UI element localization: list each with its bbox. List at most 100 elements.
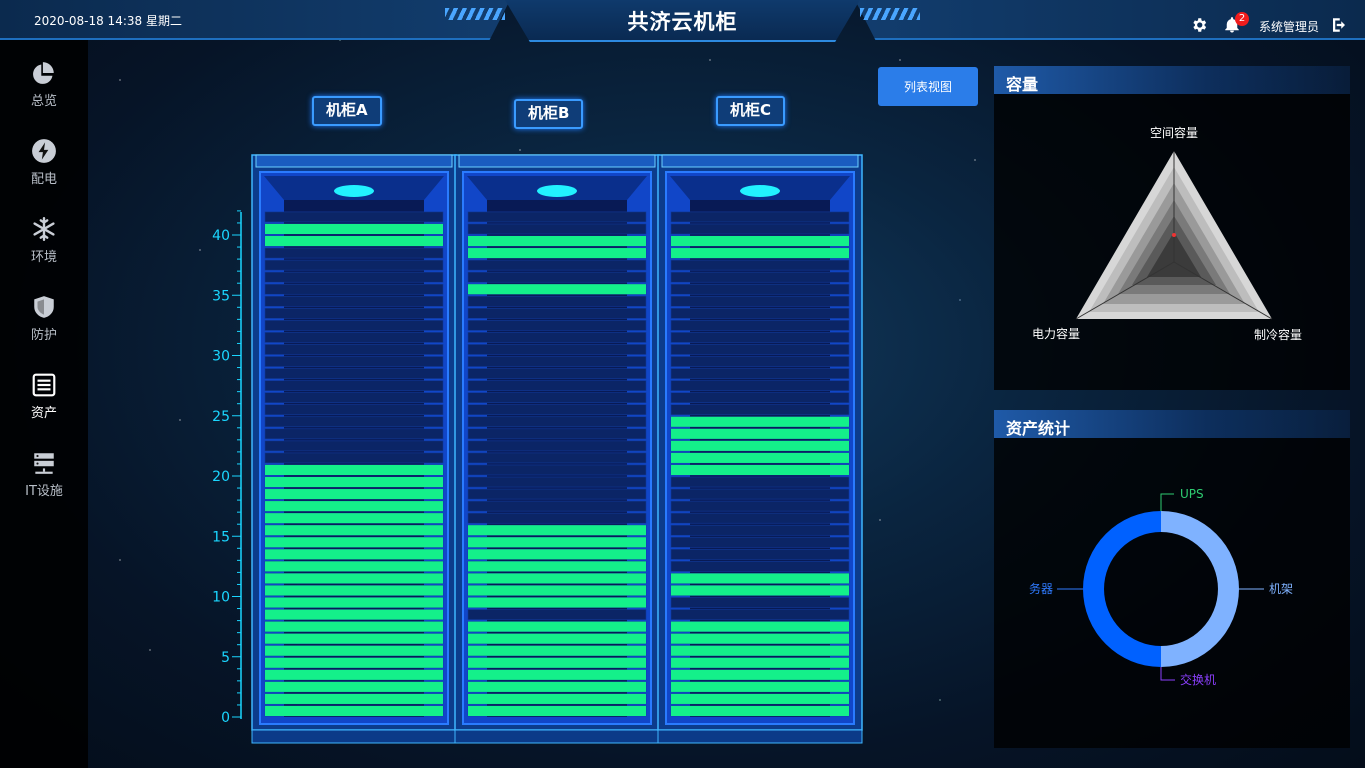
- rack-unit-empty: [670, 548, 850, 560]
- asset-donut-chart: UPS 机架 交换机 务器: [1029, 487, 1293, 687]
- rack-unit-occupied: [265, 464, 443, 475]
- rack-unit-empty: [670, 356, 850, 367]
- rack-unit-occupied: [671, 681, 849, 692]
- rack-unit-occupied: [468, 621, 646, 632]
- rack-unit-empty: [670, 609, 850, 620]
- rack-label-b[interactable]: 机柜B: [514, 99, 584, 129]
- rack-unit-occupied: [468, 236, 646, 247]
- list-view-button[interactable]: 列表视图: [878, 67, 978, 106]
- radar-point: [1172, 233, 1176, 237]
- cabinet-top-cap: [255, 154, 453, 168]
- rack-unit-empty: [467, 320, 647, 331]
- cabinet-base: [454, 729, 660, 744]
- rack-unit-occupied: [671, 440, 849, 451]
- rack-unit-occupied: [265, 236, 443, 247]
- sidebar-item-protection[interactable]: 防护: [0, 286, 88, 356]
- rack-unit-occupied: [671, 693, 849, 704]
- gear-icon[interactable]: [1190, 16, 1208, 34]
- shield-icon: [34, 296, 54, 318]
- rack-unit-occupied: [671, 428, 849, 439]
- rack-unit-empty: [670, 380, 850, 391]
- rack-unit-occupied: [265, 489, 443, 500]
- rack-unit-empty: [670, 320, 850, 331]
- rack-unit-occupied: [265, 501, 443, 512]
- rack-unit-empty: [467, 452, 647, 464]
- rack-unit-empty: [467, 211, 647, 223]
- rack-unit-occupied: [265, 537, 443, 548]
- rack-unit-empty: [264, 295, 444, 307]
- rack-unit-occupied: [265, 681, 443, 692]
- rack-unit-empty: [670, 561, 850, 572]
- rack-unit-occupied: [468, 573, 646, 584]
- sidebar-item-assets[interactable]: 资产: [0, 364, 88, 434]
- rack-unit-occupied: [671, 705, 849, 716]
- rack-unit-occupied: [265, 609, 443, 620]
- rack-unit-empty: [264, 416, 444, 428]
- rack-unit-empty: [670, 283, 850, 295]
- leader-line-switch: [1160, 667, 1175, 681]
- radar-label-space: 空间容量: [1150, 125, 1198, 140]
- rack-unit-occupied: [671, 236, 849, 247]
- rack-unit-occupied: [265, 645, 443, 656]
- sidebar-item-power[interactable]: 配电: [0, 130, 88, 200]
- rack-unit-occupied: [468, 633, 646, 644]
- user-name[interactable]: 系统管理员: [1259, 18, 1319, 35]
- rack-unit-empty: [264, 283, 444, 295]
- rack-unit-empty: [264, 428, 444, 440]
- sidebar-item-environment[interactable]: 环境: [0, 208, 88, 278]
- sidebar-item-overview[interactable]: 总览: [0, 52, 88, 122]
- rack-unit-empty: [670, 476, 850, 488]
- rack-unit-empty: [670, 392, 850, 403]
- rack-unit-occupied: [265, 705, 443, 716]
- label-server: 务器: [1029, 581, 1053, 596]
- rack-unit-empty: [264, 392, 444, 403]
- rack-unit-occupied: [265, 633, 443, 644]
- rack-unit-empty: [264, 368, 444, 379]
- capacity-panel-header: 容量: [994, 66, 1350, 94]
- sidebar-item-label: 防护: [30, 328, 57, 343]
- donut-segment-rack[interactable]: [1161, 511, 1239, 667]
- notification-badge: 2: [1235, 12, 1249, 26]
- logout-icon[interactable]: [1330, 16, 1348, 34]
- rack-unit-empty: [467, 344, 647, 355]
- sidebar-item-it-facilities[interactable]: IT设施: [0, 442, 88, 512]
- rack-unit-empty: [670, 308, 850, 319]
- capacity-radar-chart: 空间容量 电力容量 制冷容量: [1032, 125, 1302, 342]
- rack-unit-occupied: [265, 693, 443, 704]
- rack-unit-occupied: [265, 597, 443, 608]
- sidebar-item-label: 配电: [30, 172, 57, 187]
- rack-unit-empty: [467, 380, 647, 391]
- rack-unit-occupied: [468, 645, 646, 656]
- rack-unit-empty: [467, 332, 647, 343]
- rack-unit-empty: [467, 488, 647, 500]
- rack-unit-empty: [264, 211, 444, 223]
- radar-label-power: 电力容量: [1032, 326, 1080, 341]
- label-rack: 机架: [1269, 582, 1293, 596]
- donut-segment-server[interactable]: [1083, 511, 1161, 667]
- rack-unit-occupied: [265, 525, 443, 536]
- rack-unit-empty: [467, 295, 647, 307]
- rack-label-c[interactable]: 机柜C: [716, 96, 786, 126]
- rack-unit-empty: [467, 609, 647, 620]
- rack-unit-empty: [670, 223, 850, 235]
- rack-label-a[interactable]: 机柜A: [312, 96, 382, 126]
- rack-unit-empty: [670, 271, 850, 283]
- rack-unit-occupied: [468, 561, 646, 572]
- rack-unit-occupied: [265, 585, 443, 596]
- asset-title: 资产统计: [1006, 419, 1071, 438]
- rack-unit-empty: [670, 597, 850, 608]
- rack-unit-occupied: [468, 537, 646, 548]
- leader-line-ups: [1160, 493, 1174, 511]
- rack-unit-occupied: [671, 464, 849, 475]
- rack-unit-empty: [467, 259, 647, 271]
- sidebar-item-label: IT设施: [25, 484, 63, 499]
- rack-unit-empty: [670, 295, 850, 307]
- rack-unit-empty: [264, 320, 444, 331]
- radar-label-cooling: 制冷容量: [1254, 327, 1302, 342]
- capacity-panel: 空间容量 电力容量 制冷容量: [994, 94, 1350, 390]
- pie-chart-icon: [33, 62, 54, 84]
- top-bar: 2020-08-18 14:38 星期二 共济云机柜 2 系统管理员: [0, 0, 1365, 42]
- cabinet-light: [537, 185, 577, 197]
- rack-unit-empty: [264, 271, 444, 283]
- rack-unit-empty: [264, 332, 444, 343]
